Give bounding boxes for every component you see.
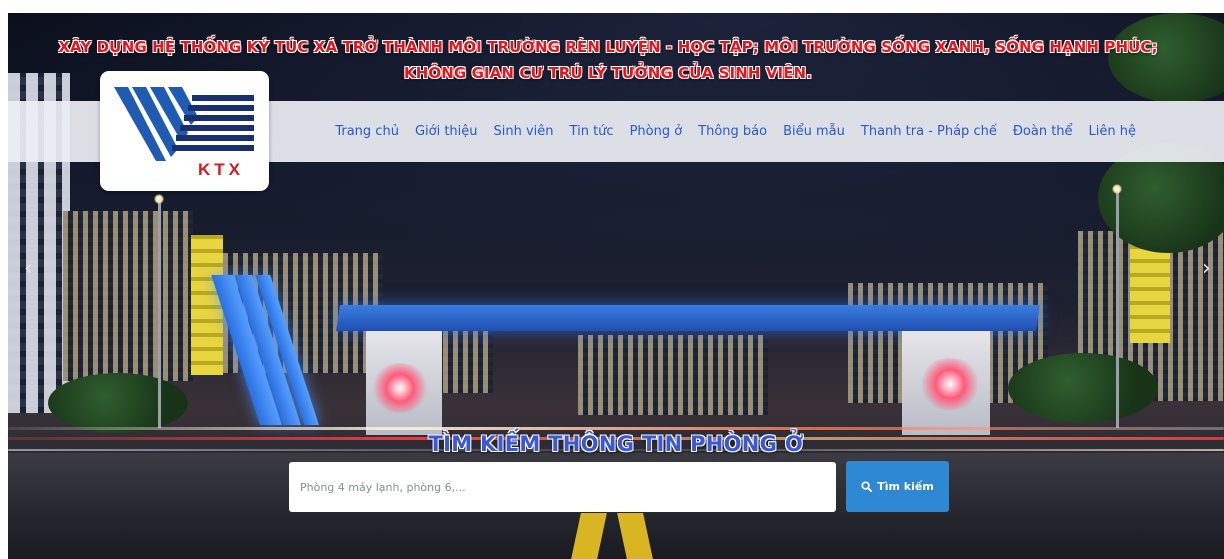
street-lamp-pole [158, 198, 161, 428]
building-left-mid [63, 211, 193, 381]
main-nav: Trang chủ Giới thiệu Sinh viên Tin tức P… [335, 101, 1136, 162]
building-yellow-strip [191, 235, 223, 375]
carousel-prev-button[interactable]: ‹ [24, 258, 33, 280]
search-title: TÌM KIẾM THÔNG TIN PHÒNG Ở [428, 432, 804, 456]
search-button-label: Tìm kiếm [877, 480, 934, 493]
light-streak [8, 427, 1224, 430]
nav-item-rooms[interactable]: Phòng ở [630, 124, 683, 139]
ktx-logo[interactable]: KTX [100, 71, 269, 191]
carousel-next-button[interactable]: › [1202, 258, 1211, 280]
gate-light-right [918, 358, 982, 410]
nav-item-students[interactable]: Sinh viên [494, 124, 554, 139]
nav-item-unions[interactable]: Đoàn thể [1013, 124, 1073, 139]
nav-item-news[interactable]: Tin tức [570, 124, 614, 139]
street-lamp [1112, 184, 1122, 194]
street-lamp-pole [1116, 188, 1119, 428]
ktx-logo-mark: KTX [114, 87, 254, 179]
chevron-right-icon: › [1202, 256, 1211, 281]
search-button[interactable]: Tìm kiếm [846, 461, 949, 512]
nav-item-forms[interactable]: Biểu mẫu [783, 124, 845, 139]
building-center [578, 335, 768, 415]
tree-right-low [1008, 353, 1158, 423]
slogan-line-1: XÂY DỰNG HỆ THỐNG KÝ TÚC XÁ TRỞ THÀNH MÔ… [58, 38, 1158, 56]
chevron-left-icon: ‹ [24, 256, 33, 281]
nav-item-contact[interactable]: Liên hệ [1089, 124, 1136, 139]
street-lamp [154, 194, 164, 204]
nav-item-announcements[interactable]: Thông báo [698, 124, 767, 139]
nav-item-home[interactable]: Trang chủ [335, 124, 399, 139]
tree-left-low [48, 373, 188, 433]
nav-item-inspection-legal[interactable]: Thanh tra - Pháp chế [861, 124, 997, 139]
gate-light-left [370, 363, 430, 413]
search-icon [861, 481, 873, 492]
ktx-logo-text: KTX [198, 160, 244, 179]
nav-item-about[interactable]: Giới thiệu [415, 124, 478, 139]
room-search-input[interactable] [289, 462, 836, 512]
gate-arch [336, 305, 1040, 331]
